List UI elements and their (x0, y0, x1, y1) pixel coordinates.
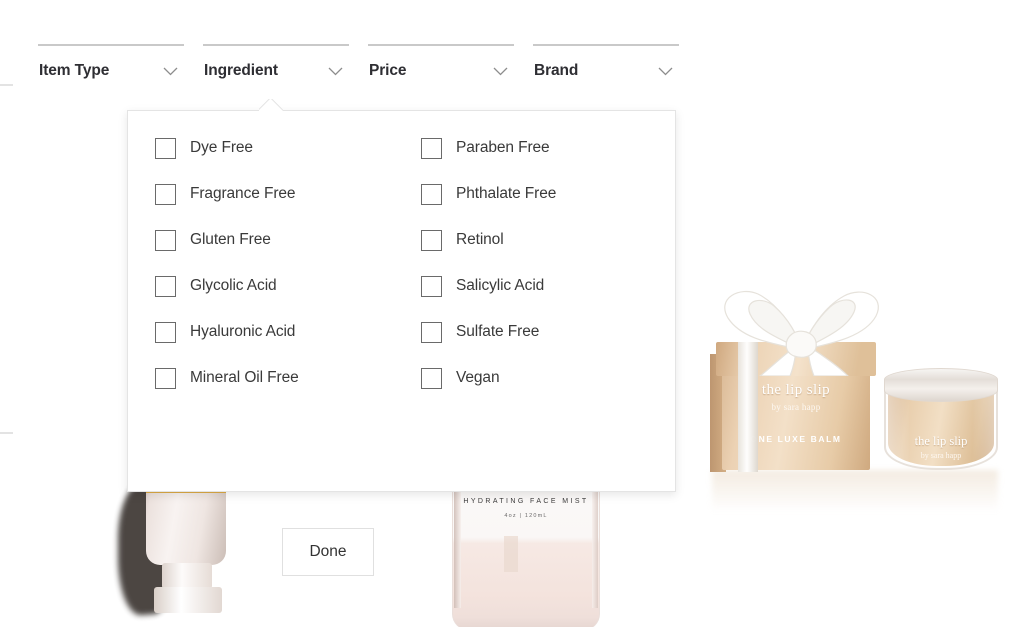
option-phthalate-free[interactable]: Phthalate Free (421, 171, 675, 217)
ingredient-options-column-right: Paraben Free Phthalate Free Retinol Sali… (411, 125, 675, 401)
product-face-mist-bottle: COCONUT WATER HYDRATING FACE MIST 4oz | … (452, 470, 600, 627)
filter-bar: Item Type Ingredient Price Brand (0, 0, 1024, 100)
checkbox-icon[interactable] (421, 137, 442, 159)
face-mist-line2: HYDRATING FACE MIST (463, 498, 589, 505)
superbalm-neck (162, 563, 212, 589)
option-label: Sulfate Free (456, 323, 540, 340)
option-label: Hyaluronic Acid (190, 323, 296, 340)
filter-brand[interactable]: Brand (533, 44, 679, 96)
lip-slip-jar-lid (884, 368, 998, 402)
option-label: Fragrance Free (190, 185, 296, 202)
checkbox-icon[interactable] (155, 275, 176, 297)
filter-item-type-label: Item Type (39, 62, 110, 79)
option-sulfate-free[interactable]: Sulfate Free (421, 309, 675, 355)
option-label: Vegan (456, 369, 500, 386)
ingredient-dropdown-panel: Dye Free Fragrance Free Gluten Free Glyc… (127, 99, 676, 576)
chevron-down-icon (163, 67, 178, 76)
option-fragrance-free[interactable]: Fragrance Free (155, 171, 411, 217)
checkbox-icon[interactable] (421, 321, 442, 343)
filter-price-label: Price (369, 62, 407, 79)
done-button[interactable]: Done (282, 528, 374, 576)
chevron-down-icon (493, 67, 508, 76)
checkbox-icon[interactable] (421, 229, 442, 251)
ingredient-options-grid: Dye Free Fragrance Free Gluten Free Glyc… (128, 125, 675, 401)
ingredient-options-column-left: Dye Free Fragrance Free Gluten Free Glyc… (128, 125, 411, 401)
filter-ingredient[interactable]: Ingredient (203, 44, 349, 96)
option-label: Glycolic Acid (190, 277, 277, 294)
filter-brand-label: Brand (534, 62, 579, 79)
product-lip-slip-gift-set: the lip slip by sara happ ONE LUXE BALM (698, 280, 1018, 512)
option-glycolic-acid[interactable]: Glycolic Acid (155, 263, 411, 309)
filter-price[interactable]: Price (368, 44, 514, 96)
option-mineral-oil-free[interactable]: Mineral Oil Free (155, 355, 411, 401)
option-label: Gluten Free (190, 231, 271, 248)
lip-slip-reflection (712, 470, 998, 512)
lip-slip-ribbon-bow (706, 280, 896, 377)
chevron-down-icon (658, 67, 673, 76)
option-label: Retinol (456, 231, 504, 248)
checkbox-icon[interactable] (421, 183, 442, 205)
checkbox-icon[interactable] (155, 321, 176, 343)
checkbox-icon[interactable] (421, 275, 442, 297)
filter-ingredient-label: Ingredient (204, 62, 278, 79)
option-dye-free[interactable]: Dye Free (155, 125, 411, 171)
checkbox-icon[interactable] (155, 183, 176, 205)
checkbox-icon[interactable] (421, 367, 442, 389)
lip-slip-jar: the lip slip by sara happ (884, 368, 998, 470)
option-label: Mineral Oil Free (190, 369, 299, 386)
checkbox-icon[interactable] (155, 137, 176, 159)
option-label: Salicylic Acid (456, 277, 545, 294)
option-gluten-free[interactable]: Gluten Free (155, 217, 411, 263)
checkbox-icon[interactable] (155, 229, 176, 251)
dropdown-caret (259, 99, 283, 111)
chevron-down-icon (328, 67, 343, 76)
option-label: Dye Free (190, 139, 253, 156)
face-mist-size: 4oz | 120mL (504, 513, 548, 519)
option-label: Paraben Free (456, 139, 550, 156)
option-hyaluronic-acid[interactable]: Hyaluronic Acid (155, 309, 411, 355)
option-salicylic-acid[interactable]: Salicylic Acid (421, 263, 675, 309)
superbalm-cap (154, 587, 222, 613)
option-label: Phthalate Free (456, 185, 557, 202)
product-listing-page: HEALTH AND SKIN SUPERBALM COCONUT WATER … (0, 0, 1024, 627)
filter-item-type[interactable]: Item Type (38, 44, 184, 96)
checkbox-icon[interactable] (155, 367, 176, 389)
face-mist-inner-tube (504, 536, 518, 572)
option-retinol[interactable]: Retinol (421, 217, 675, 263)
option-vegan[interactable]: Vegan (421, 355, 675, 401)
option-paraben-free[interactable]: Paraben Free (421, 125, 675, 171)
